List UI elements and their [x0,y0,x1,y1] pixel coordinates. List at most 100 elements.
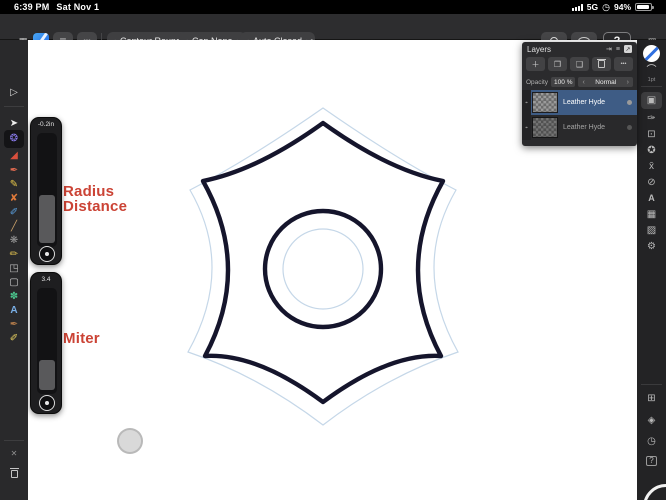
dial-arc[interactable] [643,484,666,500]
layers-icon: ▣ [646,95,657,106]
radius-distance-slider[interactable]: -0.2in [30,117,62,265]
radius-distance-value: -0.2in [37,121,55,128]
font-icon: A [648,193,655,203]
tool-divider [4,440,24,441]
status-date: Sat Nov 1 [56,2,100,12]
layer-more-button[interactable]: ••• [614,57,633,71]
pen-tool[interactable]: ✒ [0,163,28,178]
image-icon: ▨ [646,225,657,236]
layers-panel-button[interactable]: ▣ [637,92,666,109]
contour-circle [262,208,384,330]
blend-mode-value: Normal [595,78,617,86]
expression-panel-button[interactable]: x̄ [637,162,666,172]
layers-button-row: ＋ ❐ ❑ ••• [522,56,637,74]
battery-percent: 94% [613,2,631,12]
corner-tool[interactable]: ◢ [0,148,28,163]
leather-contour-path [200,120,446,405]
tool-divider [4,106,24,107]
effects-icon: ✪ [647,145,656,156]
layer-name: Leather Hyde [563,99,606,106]
layer-select-dot[interactable] [627,125,632,130]
miter-slider-knob[interactable] [39,395,55,411]
new-page-button[interactable]: ❑ [570,57,589,71]
eyedropper-tool[interactable]: ✒ [0,317,28,332]
radius-slider-handle[interactable] [39,195,55,243]
help-button[interactable]: ? [637,456,666,466]
opacity-label: Opacity [526,78,549,86]
battery-icon [635,3,654,11]
layers-title: Layers [527,44,552,54]
document-settings-button[interactable]: ⚙ [637,242,666,252]
status-indicators: 5G ◷ 94% [571,1,654,13]
snap-button[interactable]: ◈ [637,416,666,426]
stroke-curve-icon: ⌒ [646,65,657,76]
signal-icon [571,3,583,11]
effects-panel-button[interactable]: ✪ [637,146,666,156]
history-button[interactable]: ◷ [637,437,666,447]
knife-tool[interactable]: ╱ [0,219,28,234]
stroke-width-label: 1pt [647,77,656,83]
duplicate-layer-button[interactable]: ❐ [548,57,567,71]
transform-panel-button[interactable]: ⊡ [637,130,666,140]
layer-row-leather-hyde-1[interactable]: ⌖ Leather Hyde [522,90,637,115]
panel-divider [641,86,662,87]
pencil-tool[interactable]: ✎ [0,177,28,192]
fill-none-icon: ⊘ [647,177,656,188]
ruler-tool[interactable]: ✐ [0,331,28,346]
indent-icon[interactable]: ⇥ [606,45,612,53]
selection-mode-button[interactable]: ⊞ [637,394,666,404]
crop-tool[interactable]: ◳ [0,261,28,276]
font-panel-button[interactable]: A [637,194,666,203]
radius-distance-annotation: Radius Distance [63,183,128,215]
node-tool[interactable]: ❂ [0,130,28,148]
brush-icon: ✑ [647,113,656,124]
chevron-left-icon[interactable]: ‹ [582,79,584,86]
eraser-tool[interactable]: ❋ [0,233,28,248]
shape-tool[interactable]: ▢ [0,275,28,290]
brush-tool[interactable]: ✐ [0,205,28,220]
selection-tool[interactable]: ➤ [0,116,28,131]
miter-slider-track[interactable] [37,288,57,394]
radius-slider-knob[interactable] [39,246,55,262]
share-icon[interactable]: ↗ [624,45,632,53]
layer-select-dot[interactable] [627,100,632,105]
expression-icon: x̄ [649,161,654,172]
blend-mode-select[interactable]: ‹ Normal › [578,77,633,87]
stroke-color-icon [643,45,660,62]
fill-tool[interactable]: ✽ [0,289,28,304]
inner-guide-circle [282,228,364,310]
image-panel-button[interactable]: ▨ [637,226,666,236]
fill-none-button[interactable]: ⊘ [637,178,666,188]
miter-slider[interactable]: 3.4 [30,272,62,414]
deselect-button[interactable]: ✕ [0,446,28,461]
stroke-color-well[interactable] [637,45,666,62]
delete-layer-button[interactable] [592,57,611,71]
add-layer-button[interactable]: ＋ [526,57,545,71]
help-icon: ? [645,456,658,466]
opacity-value[interactable]: 100 % [551,77,576,87]
chevron-right-icon[interactable]: › [627,79,629,86]
trash-icon [9,468,19,478]
list-icon[interactable]: ≡ [616,46,620,53]
layer-marker-icon: ⌖ [522,90,531,115]
panel-divider [641,384,662,385]
layer-thumbnail [532,92,558,113]
opacity-row: Opacity 100 % ‹ Normal › [522,74,637,90]
left-tool-strip: ▷ ➤ ❂ ◢ ✒ ✎ ✘ ✐ ╱ ❋ ✏ ◳ ▢ ✽ A ✒ ✐ ✕ [0,40,28,500]
brush-x-tool[interactable]: ✘ [0,191,28,206]
delete-button[interactable] [0,466,28,481]
layer-name: Leather Hyde [563,124,606,131]
top-toolbar: ←▦ ≡ ••• ‹ Contour Round › ‹ Cap None › … [0,14,666,50]
text-tool[interactable]: A [0,303,28,318]
layer-row-leather-hyde-2[interactable]: ⌖ Leather Hyde [522,115,637,140]
shader-tool[interactable]: ✏ [0,247,28,262]
cursor-tool[interactable]: ▷ [0,85,28,100]
swatches-panel-button[interactable]: ▦ [637,210,666,220]
status-bar: 6:39 PM Sat Nov 1 5G ◷ 94% [0,0,666,14]
radius-slider-track[interactable] [37,133,57,247]
stroke-style-button[interactable]: ⌒ [637,66,666,76]
brush-panel-button[interactable]: ✑ [637,114,666,124]
alarm-icon: ◷ [602,1,610,12]
status-time: 6:39 PM [14,2,50,12]
miter-slider-handle[interactable] [39,360,55,390]
